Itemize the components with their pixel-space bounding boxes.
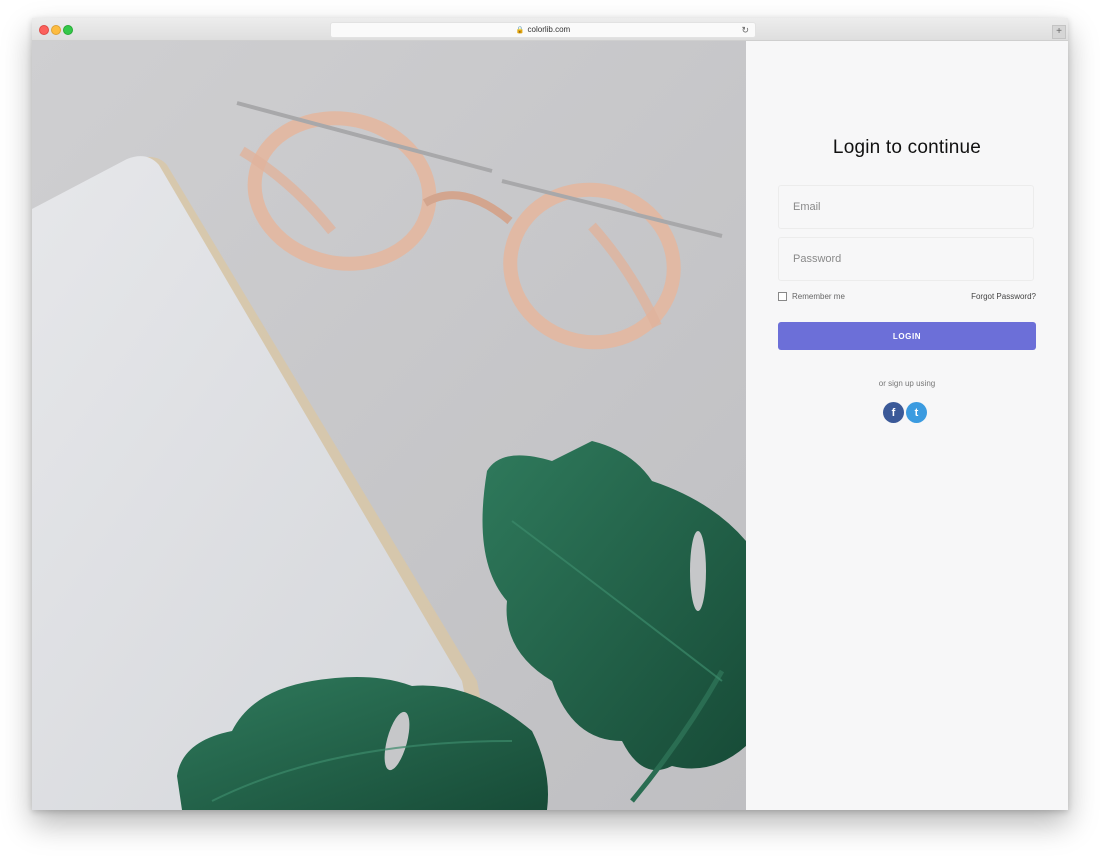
social-buttons: f t bbox=[883, 402, 927, 423]
hero-photo bbox=[32, 41, 746, 810]
remember-me[interactable]: Remember me bbox=[778, 292, 845, 301]
address-url: colorlib.com bbox=[527, 25, 571, 34]
remember-me-checkbox[interactable] bbox=[778, 292, 787, 301]
new-tab-button[interactable]: + bbox=[1052, 25, 1066, 39]
remember-me-label: Remember me bbox=[792, 292, 845, 301]
photo-illustration bbox=[32, 41, 746, 810]
minimize-window-icon[interactable] bbox=[51, 25, 61, 35]
forgot-password-link[interactable]: Forgot Password? bbox=[971, 292, 1036, 301]
signup-text: or sign up using bbox=[878, 379, 936, 388]
reload-icon[interactable]: ↻ bbox=[741, 23, 749, 37]
email-field[interactable] bbox=[778, 185, 1034, 229]
facebook-icon[interactable]: f bbox=[883, 402, 904, 423]
address-bar[interactable]: 🔒 colorlib.com ↻ bbox=[330, 22, 756, 38]
maximize-window-icon[interactable] bbox=[63, 25, 73, 35]
lock-icon: 🔒 bbox=[515, 27, 525, 34]
password-field[interactable] bbox=[778, 237, 1034, 281]
browser-window: 🔒 colorlib.com ↻ + Login to continue Ema… bbox=[32, 18, 1068, 810]
login-button[interactable]: LOGIN bbox=[778, 322, 1036, 350]
close-window-icon[interactable] bbox=[39, 25, 49, 35]
twitter-icon[interactable]: t bbox=[906, 402, 927, 423]
browser-titlebar: 🔒 colorlib.com ↻ + bbox=[32, 18, 1068, 41]
page-title: Login to continue bbox=[832, 137, 982, 158]
login-panel: Login to continue Remember me Forgot Pas… bbox=[746, 41, 1068, 810]
